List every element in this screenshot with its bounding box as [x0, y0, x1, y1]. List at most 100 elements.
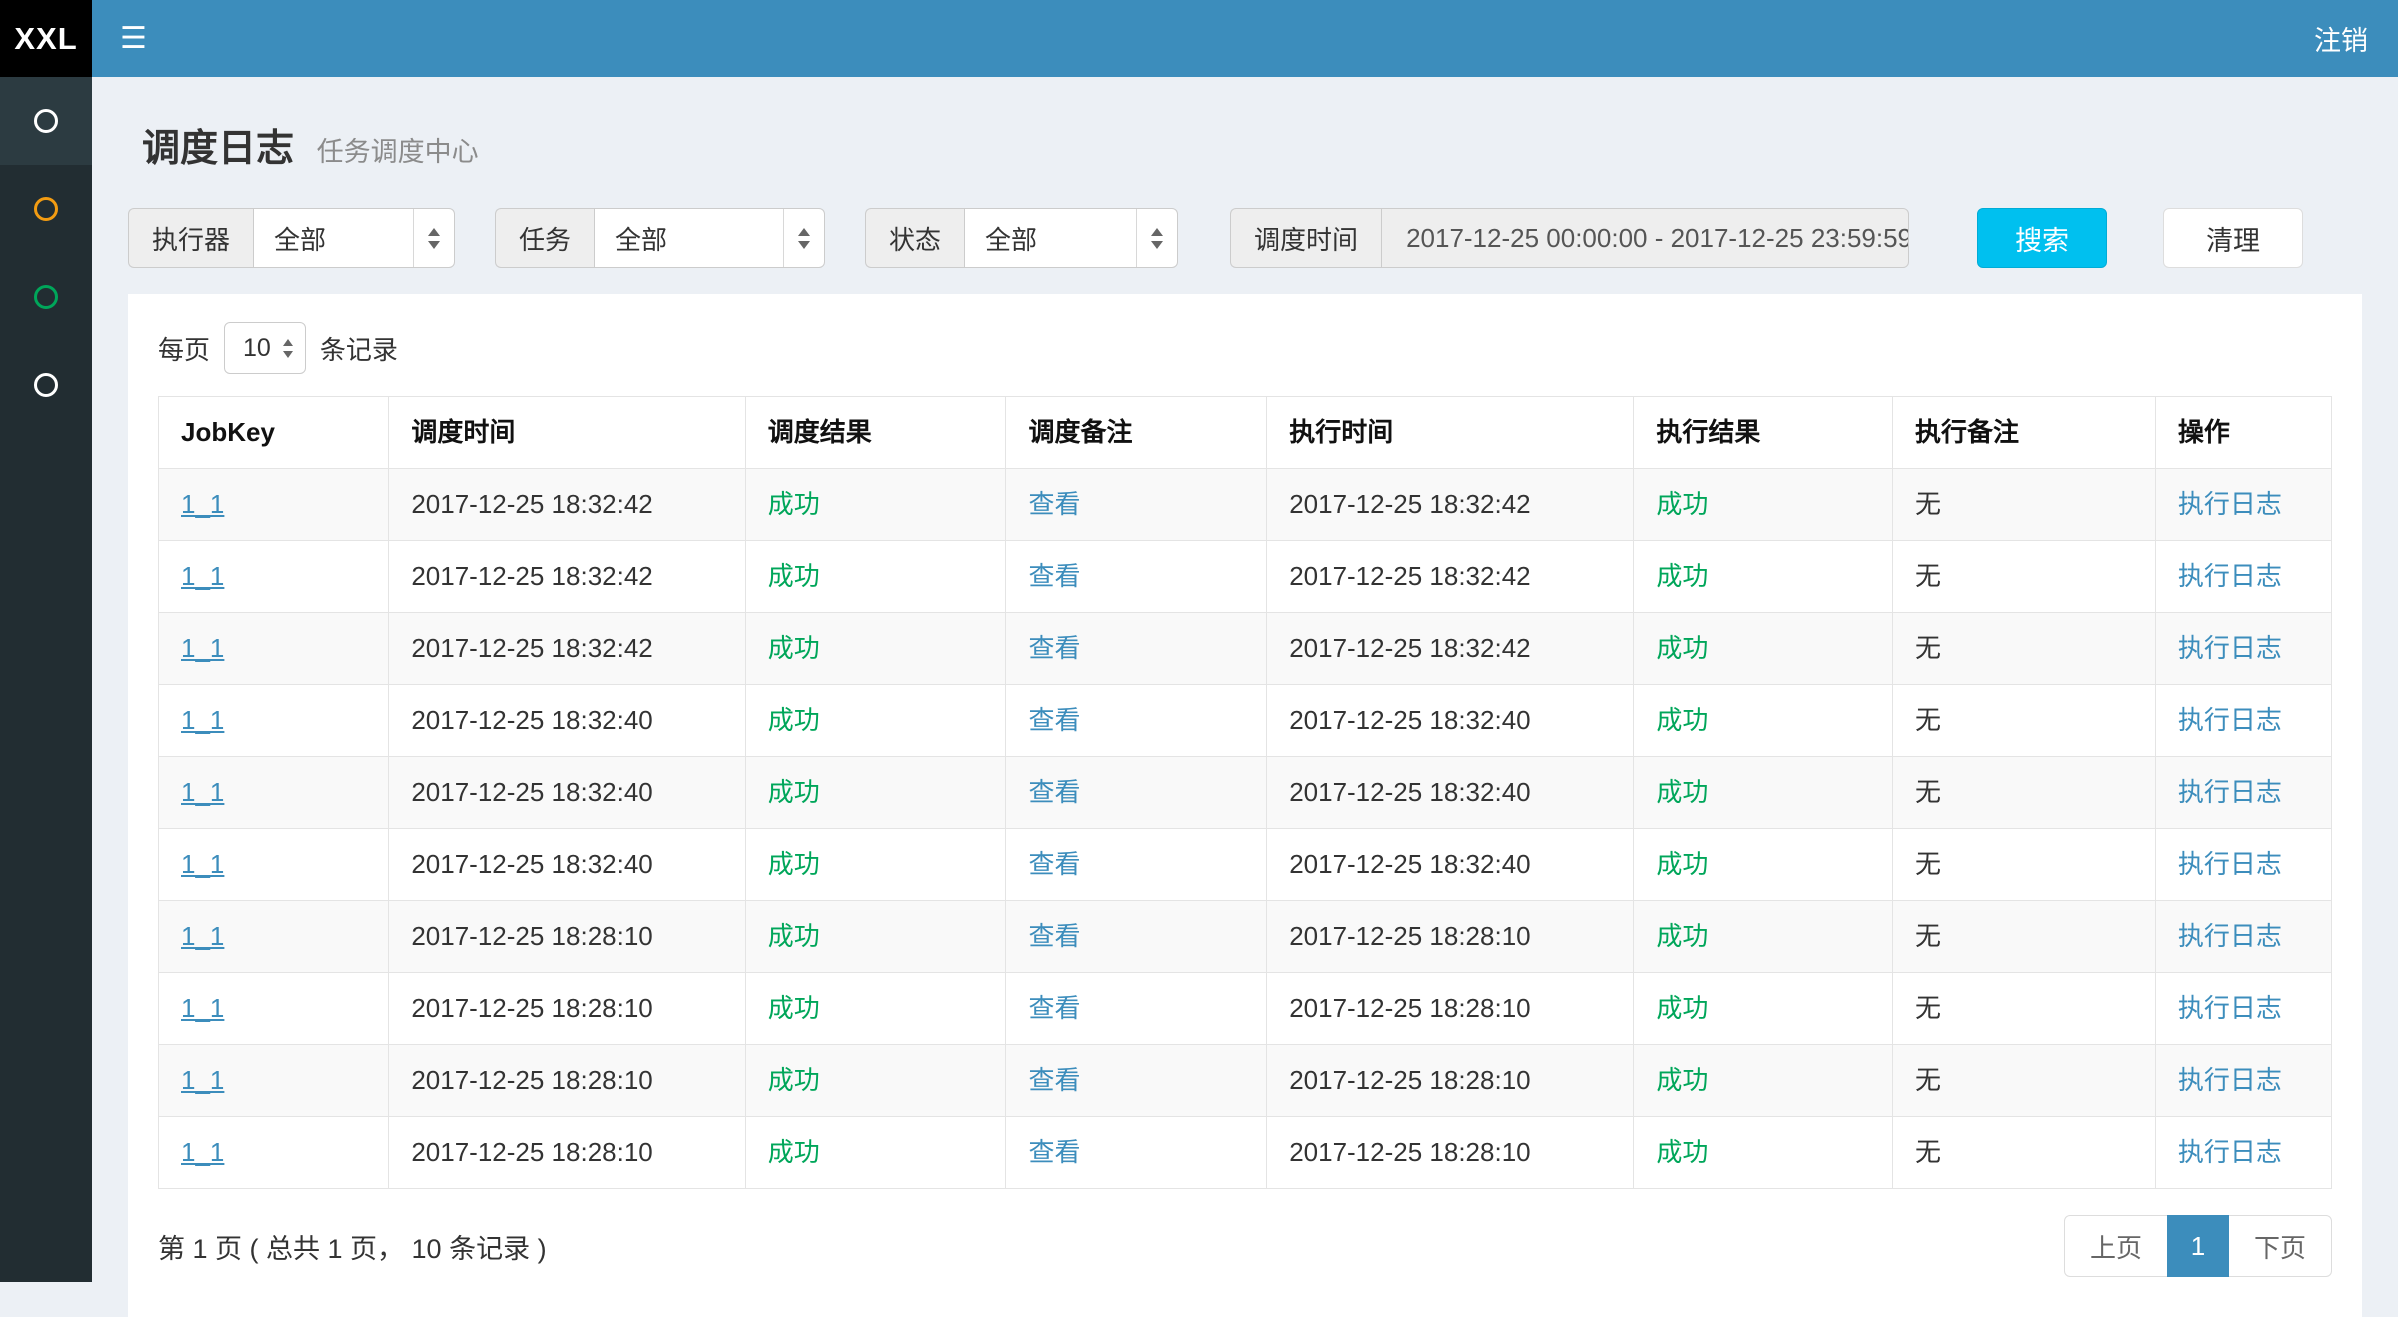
per-page-select[interactable]: 10 — [224, 322, 306, 374]
trigger-msg-link-td: 查看 — [1006, 757, 1267, 829]
handle-time-cell: 2017-12-25 18:32:40 — [1289, 705, 1530, 735]
jobkey-link[interactable]: 1_1 — [181, 777, 224, 807]
select-stepper-icon — [413, 209, 440, 267]
table-row: 1_12017-12-25 18:28:10成功查看2017-12-25 18:… — [159, 1045, 2332, 1117]
jobkey-link[interactable]: 1_1 — [181, 489, 224, 519]
col-header-handle-time: 执行时间 — [1267, 397, 1634, 469]
trigger-msg-link[interactable]: 查看 — [1028, 993, 1080, 1023]
sidebar-item-job-manage[interactable] — [0, 165, 92, 253]
handle-time-cell-td: 2017-12-25 18:32:40 — [1267, 685, 1634, 757]
jobkey-link-td: 1_1 — [159, 685, 389, 757]
log-table: JobKey 调度时间 调度结果 调度备注 执行时间 执行结果 执行备注 操作 … — [158, 396, 2332, 1189]
next-page-button[interactable]: 下页 — [2228, 1215, 2332, 1277]
exec-log-link[interactable]: 执行日志 — [2178, 921, 2282, 951]
exec-log-link[interactable]: 执行日志 — [2178, 993, 2282, 1023]
trigger-time-cell: 2017-12-25 18:28:10 — [411, 921, 652, 951]
trigger-time-filter-group: 调度时间 2017-12-25 00:00:00 - 2017-12-25 23… — [1230, 208, 1909, 268]
job-filter-label: 任务 — [495, 208, 594, 268]
trigger-time-cell: 2017-12-25 18:32:40 — [411, 705, 652, 735]
main-content: 调度日志 任务调度中心 执行器 全部 任务 全部 状态 全部 调度 — [92, 0, 2398, 1317]
trigger-msg-link-td: 查看 — [1006, 1117, 1267, 1189]
search-button[interactable]: 搜索 — [1977, 208, 2107, 268]
job-select-value: 全部 — [615, 220, 667, 257]
trigger-msg-link[interactable]: 查看 — [1028, 1065, 1080, 1095]
trigger-msg-link-td: 查看 — [1006, 685, 1267, 757]
handle-msg-cell: 无 — [1915, 561, 1941, 591]
table-row: 1_12017-12-25 18:28:10成功查看2017-12-25 18:… — [159, 901, 2332, 973]
circle-outline-icon — [34, 285, 58, 309]
clear-button[interactable]: 清理 — [2163, 208, 2303, 268]
handle-time-cell: 2017-12-25 18:28:10 — [1289, 993, 1530, 1023]
handle-msg-cell-td: 无 — [1893, 829, 2156, 901]
sidebar-toggle-icon[interactable]: ☰ — [92, 0, 175, 77]
handle-time-cell-td: 2017-12-25 18:32:40 — [1267, 829, 1634, 901]
trigger-time-filter-label: 调度时间 — [1230, 208, 1381, 268]
sidebar-item-job-log[interactable] — [0, 253, 92, 341]
trigger-time-range-value: 2017-12-25 00:00:00 - 2017-12-25 23:59:5… — [1406, 223, 1909, 254]
trigger-msg-link[interactable]: 查看 — [1028, 1137, 1080, 1167]
exec-log-link[interactable]: 执行日志 — [2178, 777, 2282, 807]
table-row: 1_12017-12-25 18:28:10成功查看2017-12-25 18:… — [159, 1117, 2332, 1189]
sidebar-item-executor-manage[interactable] — [0, 341, 92, 429]
table-header-row: JobKey 调度时间 调度结果 调度备注 执行时间 执行结果 执行备注 操作 — [159, 397, 2332, 469]
trigger-msg-link[interactable]: 查看 — [1028, 849, 1080, 879]
exec-log-link[interactable]: 执行日志 — [2178, 1065, 2282, 1095]
trigger-time-cell-td: 2017-12-25 18:28:10 — [389, 901, 745, 973]
pagination: 上页 1 下页 — [2064, 1215, 2332, 1277]
logout-link[interactable]: 注销 — [2284, 19, 2398, 58]
trigger-msg-link-td: 查看 — [1006, 1045, 1267, 1117]
executor-select[interactable]: 全部 — [253, 208, 455, 268]
table-row: 1_12017-12-25 18:32:40成功查看2017-12-25 18:… — [159, 685, 2332, 757]
handle-result-cell-td: 成功 — [1634, 1117, 1893, 1189]
exec-log-link[interactable]: 执行日志 — [2178, 849, 2282, 879]
trigger-msg-link-td: 查看 — [1006, 829, 1267, 901]
trigger-msg-link-td: 查看 — [1006, 469, 1267, 541]
trigger-msg-link-td: 查看 — [1006, 613, 1267, 685]
jobkey-link[interactable]: 1_1 — [181, 705, 224, 735]
jobkey-link[interactable]: 1_1 — [181, 921, 224, 951]
handle-result-cell: 成功 — [1656, 489, 1708, 519]
trigger-msg-link[interactable]: 查看 — [1028, 705, 1080, 735]
jobkey-link[interactable]: 1_1 — [181, 849, 224, 879]
handle-result-cell-td: 成功 — [1634, 1045, 1893, 1117]
jobkey-link[interactable]: 1_1 — [181, 993, 224, 1023]
exec-log-link-td: 执行日志 — [2155, 973, 2331, 1045]
prev-page-button[interactable]: 上页 — [2064, 1215, 2168, 1277]
app-logo[interactable]: XXL — [0, 0, 92, 77]
handle-time-cell-td: 2017-12-25 18:32:40 — [1267, 757, 1634, 829]
trigger-time-range-input[interactable]: 2017-12-25 00:00:00 - 2017-12-25 23:59:5… — [1381, 208, 1909, 268]
jobkey-link[interactable]: 1_1 — [181, 561, 224, 591]
jobkey-link[interactable]: 1_1 — [181, 1065, 224, 1095]
status-select[interactable]: 全部 — [964, 208, 1178, 268]
handle-msg-cell-td: 无 — [1893, 685, 2156, 757]
trigger-result-cell: 成功 — [768, 489, 820, 519]
exec-log-link[interactable]: 执行日志 — [2178, 561, 2282, 591]
trigger-msg-link[interactable]: 查看 — [1028, 777, 1080, 807]
exec-log-link-td: 执行日志 — [2155, 541, 2331, 613]
exec-log-link[interactable]: 执行日志 — [2178, 489, 2282, 519]
sidebar-item-dashboard[interactable] — [0, 77, 92, 165]
jobkey-link[interactable]: 1_1 — [181, 1137, 224, 1167]
trigger-msg-link[interactable]: 查看 — [1028, 921, 1080, 951]
jobkey-link[interactable]: 1_1 — [181, 633, 224, 663]
exec-log-link[interactable]: 执行日志 — [2178, 705, 2282, 735]
handle-result-cell: 成功 — [1656, 777, 1708, 807]
exec-log-link[interactable]: 执行日志 — [2178, 633, 2282, 663]
page-title: 调度日志 任务调度中心 — [142, 117, 2362, 172]
handle-time-cell-td: 2017-12-25 18:28:10 — [1267, 1045, 1634, 1117]
exec-log-link[interactable]: 执行日志 — [2178, 1137, 2282, 1167]
log-panel: 每页 10 条记录 JobKey 调度时间 调度结果 调度备注 执行时间 执行结… — [128, 294, 2362, 1317]
trigger-msg-link[interactable]: 查看 — [1028, 561, 1080, 591]
handle-msg-cell: 无 — [1915, 1065, 1941, 1095]
trigger-msg-link[interactable]: 查看 — [1028, 633, 1080, 663]
page-number-button[interactable]: 1 — [2167, 1215, 2229, 1277]
trigger-time-cell-td: 2017-12-25 18:32:42 — [389, 613, 745, 685]
trigger-time-cell: 2017-12-25 18:32:42 — [411, 561, 652, 591]
trigger-msg-link[interactable]: 查看 — [1028, 489, 1080, 519]
job-select[interactable]: 全部 — [594, 208, 825, 268]
trigger-time-cell-td: 2017-12-25 18:32:42 — [389, 469, 745, 541]
trigger-result-cell: 成功 — [768, 633, 820, 663]
status-filter-label: 状态 — [865, 208, 964, 268]
trigger-time-cell: 2017-12-25 18:32:40 — [411, 777, 652, 807]
jobkey-link-td: 1_1 — [159, 973, 389, 1045]
